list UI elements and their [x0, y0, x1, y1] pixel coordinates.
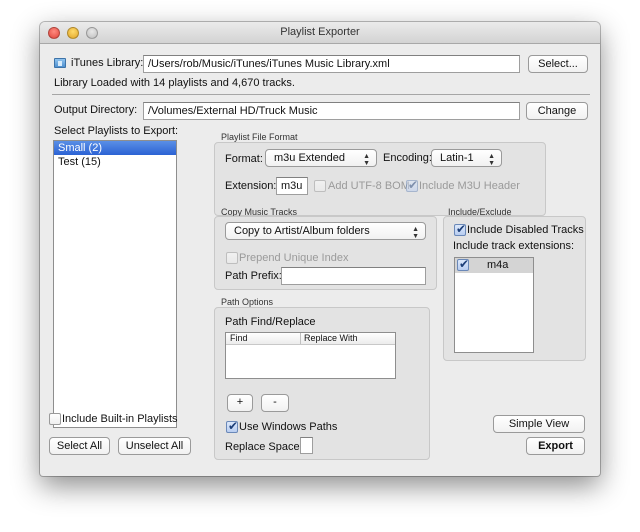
- window-title: Playlist Exporter: [280, 26, 360, 38]
- select-library-button[interactable]: Select...: [528, 55, 588, 73]
- path-options-group-title: Path Options: [221, 297, 274, 307]
- playlist-item[interactable]: Test (15): [54, 155, 176, 169]
- format-label: Format:: [225, 153, 263, 165]
- encoding-popup[interactable]: Latin-1 ▲ ▼: [431, 149, 502, 167]
- include-extensions-label: Include track extensions:: [453, 240, 575, 252]
- simple-view-button[interactable]: Simple View: [493, 415, 585, 433]
- updown-arrows-icon: ▲ ▼: [488, 153, 495, 167]
- add-bom-checkbox[interactable]: [314, 180, 326, 192]
- find-replace-table[interactable]: Find Replace With: [225, 332, 396, 379]
- include-m3u-header-label: Include M3U Header: [419, 180, 520, 192]
- use-windows-paths-label: Use Windows Paths: [239, 421, 338, 433]
- divider: [52, 94, 590, 95]
- change-output-button[interactable]: Change: [526, 102, 588, 120]
- include-disabled-label: Include Disabled Tracks: [467, 224, 584, 236]
- replace-spaces-field[interactable]: [300, 437, 313, 454]
- path-options-group: [214, 307, 430, 460]
- updown-arrows-icon: ▲ ▼: [363, 153, 370, 167]
- include-builtin-label: Include Built-in Playlists: [62, 413, 178, 425]
- include-builtin-checkbox[interactable]: [49, 413, 61, 425]
- column-header-find[interactable]: Find: [230, 333, 248, 343]
- add-rule-button[interactable]: +: [227, 394, 253, 412]
- use-windows-paths-checkbox[interactable]: [226, 419, 238, 433]
- extensions-list[interactable]: m4a: [454, 257, 534, 353]
- file-format-group-title: Playlist File Format: [221, 132, 298, 142]
- extension-label: Extension:: [225, 180, 277, 192]
- itunes-folder-icon: [54, 58, 66, 68]
- prepend-index-label: Prepend Unique Index: [239, 252, 349, 264]
- extension-label: m4a: [487, 259, 509, 271]
- column-header-replace[interactable]: Replace With: [304, 333, 358, 343]
- select-playlists-label: Select Playlists to Export:: [54, 125, 179, 137]
- include-m3u-header-checkbox[interactable]: [406, 178, 418, 192]
- find-replace-label: Path Find/Replace: [225, 316, 316, 328]
- library-status-text: Library Loaded with 14 playlists and 4,6…: [54, 77, 295, 89]
- extension-checkbox[interactable]: [457, 257, 469, 271]
- playlist-item[interactable]: Small (2): [54, 141, 176, 155]
- itunes-library-label: iTunes Library:: [71, 57, 144, 69]
- select-all-button[interactable]: Select All: [49, 437, 110, 455]
- updown-arrows-icon: ▲ ▼: [412, 226, 419, 240]
- extension-field[interactable]: m3u: [276, 177, 308, 195]
- output-directory-field[interactable]: /Volumes/External HD/Truck Music: [143, 102, 520, 120]
- prepend-index-checkbox[interactable]: [226, 252, 238, 264]
- format-value: m3u Extended: [274, 152, 345, 164]
- output-directory-label: Output Directory:: [54, 104, 138, 116]
- title-bar[interactable]: Playlist Exporter: [40, 22, 600, 44]
- unselect-all-button[interactable]: Unselect All: [118, 437, 191, 455]
- encoding-value: Latin-1: [440, 152, 474, 164]
- table-header: Find Replace With: [226, 333, 395, 345]
- encoding-label: Encoding:: [383, 152, 432, 164]
- itunes-library-path-field[interactable]: /Users/rob/Music/iTunes/iTunes Music Lib…: [143, 55, 520, 73]
- format-popup[interactable]: m3u Extended ▲ ▼: [265, 149, 377, 167]
- remove-rule-button[interactable]: -: [261, 394, 289, 412]
- playlists-list[interactable]: Small (2) Test (15): [53, 140, 177, 428]
- copy-mode-value: Copy to Artist/Album folders: [234, 225, 370, 237]
- add-bom-label: Add UTF-8 BOM: [328, 180, 410, 192]
- include-disabled-checkbox[interactable]: [454, 222, 466, 236]
- path-prefix-label: Path Prefix:: [225, 270, 282, 282]
- copy-mode-popup[interactable]: Copy to Artist/Album folders ▲ ▼: [225, 222, 426, 240]
- column-divider: [300, 333, 301, 344]
- replace-spaces-label: Replace Spaces:: [225, 441, 309, 453]
- extension-row[interactable]: m4a: [455, 257, 533, 273]
- export-button[interactable]: Export: [526, 437, 585, 455]
- path-prefix-field[interactable]: [281, 267, 426, 285]
- playlist-exporter-window: Playlist Exporter iTunes Library: /Users…: [40, 22, 600, 476]
